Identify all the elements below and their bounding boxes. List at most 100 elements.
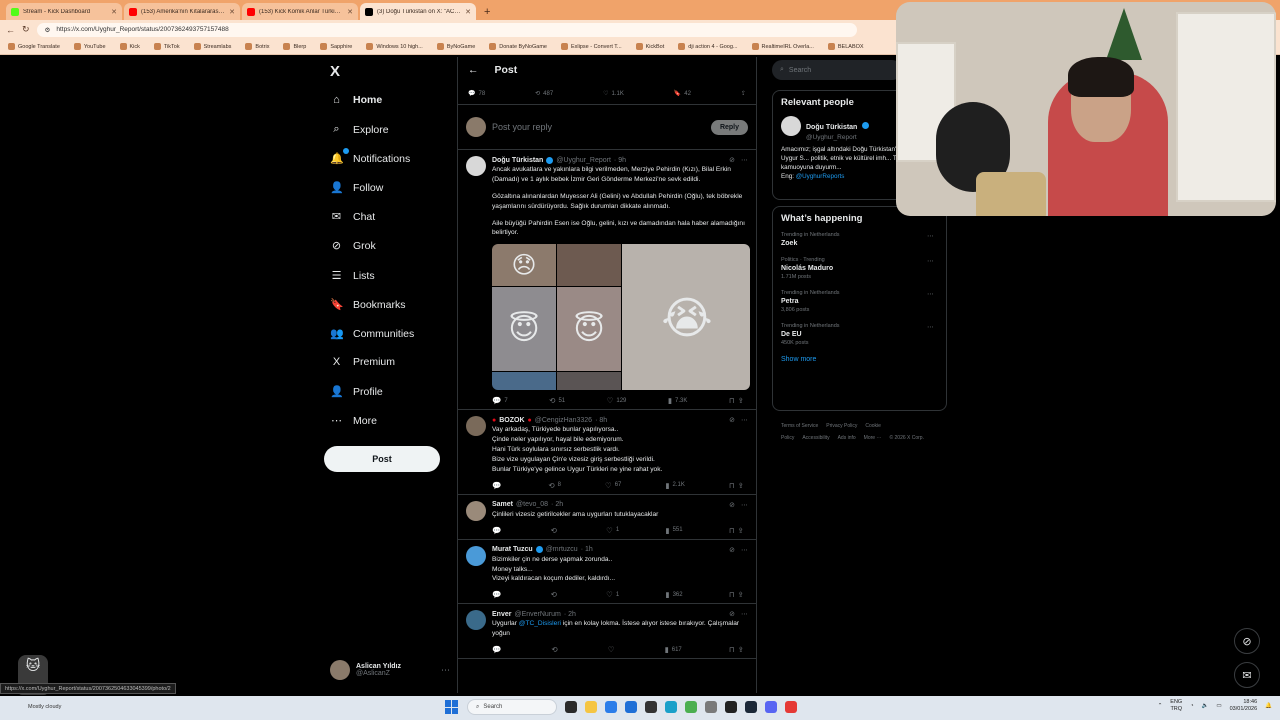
site-info-icon[interactable]: ⚙ [45, 26, 51, 34]
nav-item-chat[interactable]: ✉ Chat [330, 210, 375, 224]
more-dots-icon[interactable]: ⋯ [927, 323, 934, 331]
nav-item-more[interactable]: ⋯ More [330, 414, 377, 428]
more-dots-icon[interactable]: ⋯ [927, 232, 934, 240]
footer-link[interactable]: © 2026 X Corp. [889, 435, 924, 441]
tweet-handle[interactable]: @EnverNurum [514, 611, 560, 618]
bookmark-item[interactable]: dji action 4 - Goog... [678, 43, 738, 50]
tweet-handle[interactable]: @Uyghur_Report [556, 157, 611, 164]
reply-button[interactable]: 💬 7 [492, 396, 508, 405]
tweet-time[interactable]: · 2h [564, 611, 576, 618]
volume-icon[interactable]: 🔈 [1202, 703, 1209, 709]
reply-button[interactable]: 💬 [492, 526, 504, 535]
footer-link[interactable]: Terms of Service [781, 423, 818, 429]
avatar[interactable] [466, 500, 486, 521]
bookmark-item[interactable]: TikTok [153, 43, 180, 50]
reply-count[interactable]: 💬 78 [468, 90, 485, 98]
reply-button[interactable]: Reply [710, 119, 748, 135]
obs-icon[interactable] [645, 701, 657, 713]
bookmark-item[interactable]: ByNoGame [436, 43, 475, 50]
tweet-time[interactable]: · 9h [614, 157, 626, 164]
search-input[interactable]: ⌕ Search [772, 60, 902, 80]
capcut-icon[interactable] [725, 701, 737, 713]
nav-item-home[interactable]: ⌂ Home [330, 94, 382, 106]
nav-item-bookmarks[interactable]: 🔖 Bookmarks [330, 298, 406, 312]
discord-icon[interactable] [765, 701, 777, 713]
tweet-author[interactable]: Murat Tuzcu [492, 546, 533, 553]
repost-button[interactable]: ⟲ [551, 645, 560, 654]
tweet-author[interactable]: BOZOK [499, 417, 524, 424]
nav-item-communities[interactable]: 👥 Communities [330, 327, 414, 341]
person-name[interactable]: Doğu Türkistan [806, 124, 857, 131]
footer-link[interactable]: Accessibility [802, 435, 829, 441]
more-dots-icon[interactable]: ⋯ [927, 290, 934, 298]
tweet[interactable]: Doğu Türkistan @Uyghur_Report · 9h ⊘ ⋯ An… [458, 150, 756, 411]
reply-button[interactable]: 💬 [492, 645, 504, 654]
bookmark-item[interactable]: Windows 10 high... [366, 43, 423, 50]
bookmark-item[interactable]: RealtimeIRL Overla... [751, 43, 814, 50]
messages-icon[interactable]: ✉ [1234, 662, 1260, 688]
tweet[interactable]: ● BOZOK ● @CengizHan3326 · 8h ⊘ ⋯ Vay ark… [458, 410, 756, 495]
windows-start-icon[interactable] [445, 700, 459, 714]
repost-button[interactable]: ⟲ [551, 590, 560, 599]
tweet-media-grid[interactable]: 😞 😭 😇 😇 [492, 244, 750, 391]
tweet-time[interactable]: · 2h [551, 501, 563, 508]
taskbar-search[interactable]: ⌕ Search [467, 699, 557, 715]
media-photo[interactable] [557, 372, 621, 391]
nav-item-notifications[interactable]: 🔔 Notifications [330, 148, 410, 165]
mention-link[interactable]: @TC_Disisleri [519, 620, 561, 627]
repost-button[interactable]: ⟲ [551, 526, 560, 535]
trend-item[interactable]: Trending in Netherlands De EU 450K posts ⋯ [781, 323, 938, 346]
share-icon[interactable]: ⇪ [738, 481, 744, 490]
tweet-handle[interactable]: @CengizHan3326 [535, 417, 592, 424]
bookmark-icon[interactable]: ⊓ [729, 396, 735, 405]
grok-icon[interactable]: ⊘ [1234, 628, 1260, 654]
chrome-icon[interactable] [685, 701, 697, 713]
tray-chevron-icon[interactable]: ⌃ [1158, 703, 1163, 709]
bookmark-item[interactable]: YouTube [73, 43, 106, 50]
avatar[interactable] [466, 545, 486, 566]
bookmark-item[interactable]: Sapphire [320, 43, 352, 50]
browser-tab-active[interactable]: (3) Doğu Türkistan on X: "ACİLİİİ... ✕ [360, 3, 476, 20]
language-indicator[interactable]: ENG TRQ [1170, 699, 1182, 712]
bookmark-icon[interactable]: ⊓ [729, 590, 735, 599]
browser-tab[interactable]: (153) Amerika'nın Kıtalararası Yatır...✕ [124, 3, 240, 20]
account-switcher[interactable]: Aslican Yıldız @AslicanZ ⋯ [330, 660, 450, 680]
app-icon[interactable] [785, 701, 797, 713]
weather-widget[interactable]: Mostly cloudy [28, 704, 61, 710]
reply-input[interactable]: Post your reply [492, 122, 705, 132]
more-dots-icon[interactable]: ⋯ [441, 665, 450, 676]
share-icon[interactable]: ⇪ [738, 526, 744, 535]
mention-link[interactable]: @UyghurReports [796, 173, 845, 180]
repost-count[interactable]: ⟲ 487 [535, 90, 553, 98]
reply-button[interactable]: 💬 [492, 590, 504, 599]
browser-tab[interactable]: (153) Kick Komik Anlar Türkiye Re...✕ [242, 3, 358, 20]
edge-icon[interactable] [665, 701, 677, 713]
more-dots-icon[interactable]: ⋯ [741, 501, 748, 509]
views-button[interactable]: ▮ 551 [665, 526, 682, 535]
bookmark-item[interactable]: Streamlabs [193, 43, 231, 50]
trend-item[interactable]: Trending in Netherlands Zoek ⋯ [781, 232, 938, 247]
nav-item-profile[interactable]: 👤 Profile [330, 385, 383, 399]
clock[interactable]: 18:46 03/01/2026 [1230, 699, 1258, 712]
grok-icon[interactable]: ⊘ [729, 546, 735, 554]
nav-item-lists[interactable]: ☰ Lists [330, 269, 375, 283]
media-photo[interactable]: 😞 [492, 244, 556, 287]
avatar[interactable] [466, 156, 486, 176]
mail-app-icon[interactable] [625, 701, 637, 713]
tweet[interactable]: Murat Tuzcu @mrtuzcu · 1h ⊘ ⋯ Bizimkiler … [458, 540, 756, 605]
show-more-link[interactable]: Show more [781, 356, 938, 363]
share-icon[interactable]: ⇪ [738, 590, 744, 599]
task-view-icon[interactable] [565, 701, 577, 713]
tweet[interactable]: Enver @EnverNurum · 2h ⊘ ⋯ Uygurlar @TC_D… [458, 604, 756, 660]
browser-tab[interactable]: Stream - Kick Dashboard ✕ [6, 3, 122, 20]
notification-bell-icon[interactable]: 🔔 [1265, 703, 1272, 709]
nav-item-grok[interactable]: ⊘ Grok [330, 239, 376, 253]
bookmark-item[interactable]: Botrix [245, 43, 269, 50]
close-tab-icon[interactable]: ✕ [465, 8, 471, 16]
bookmark-icon[interactable]: ⊓ [729, 645, 735, 654]
avatar[interactable] [466, 610, 486, 631]
bookmark-item[interactable]: BELABOX [827, 43, 864, 50]
back-arrow-icon[interactable]: ← [6, 25, 15, 35]
grok-icon[interactable]: ⊘ [729, 610, 735, 618]
nav-item-premium[interactable]: X Premium [330, 356, 395, 368]
